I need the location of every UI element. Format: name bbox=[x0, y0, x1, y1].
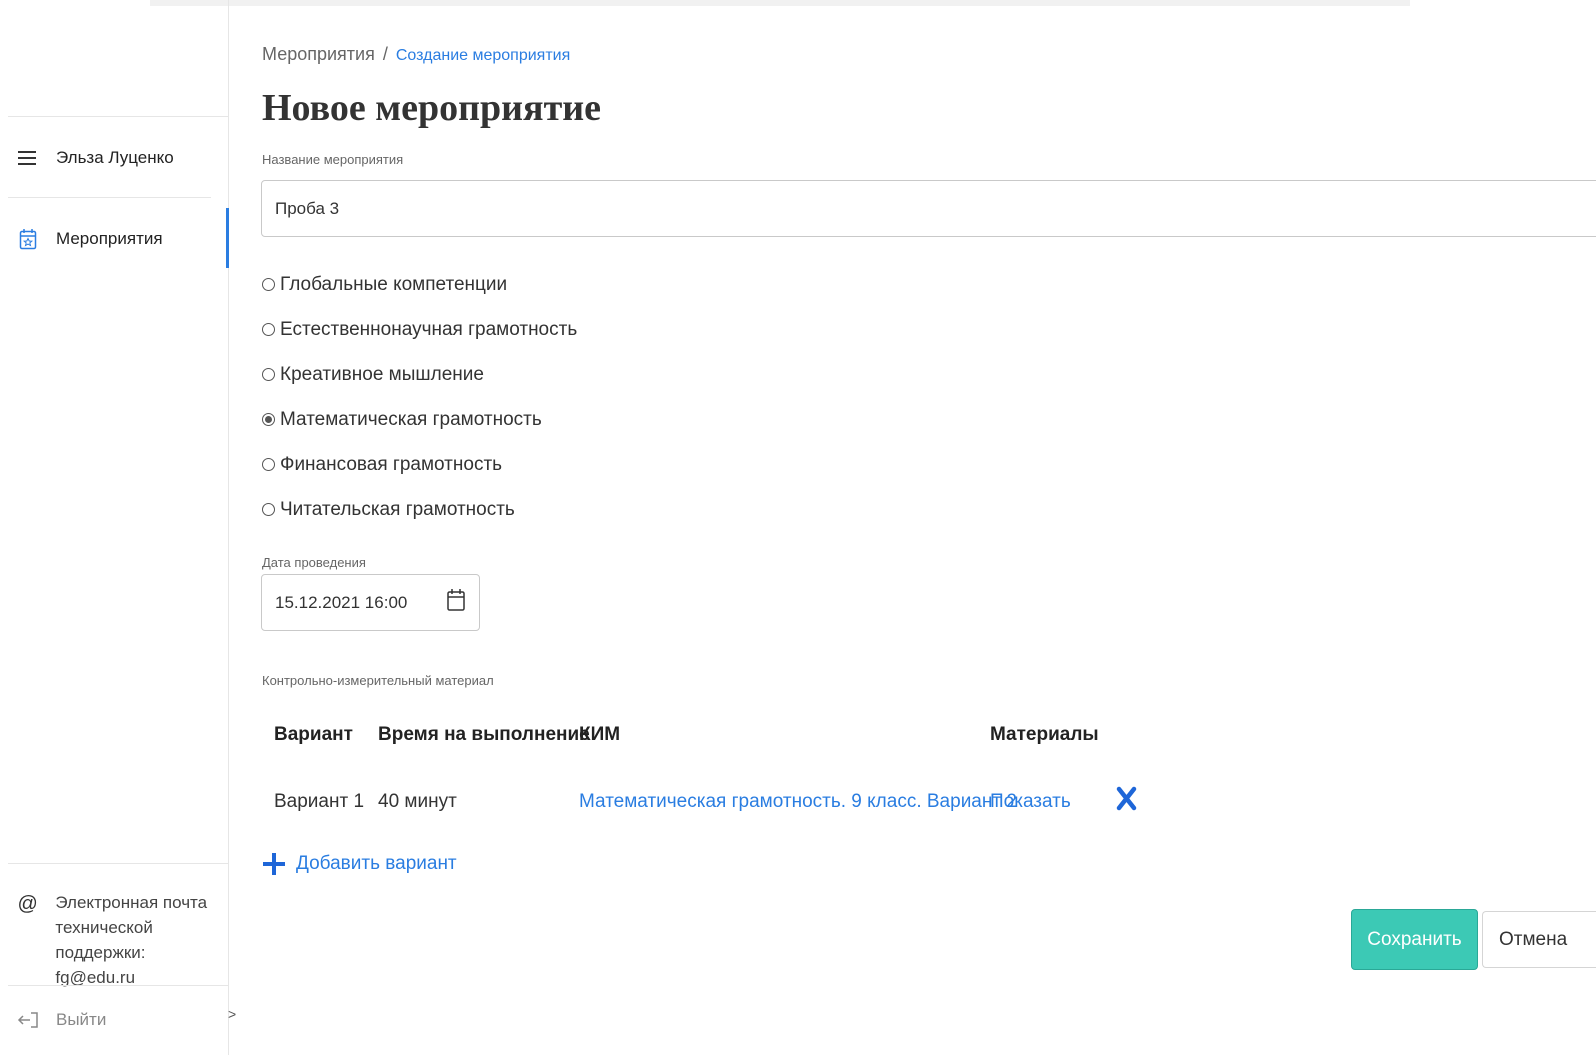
sidebar-divider bbox=[8, 863, 229, 864]
date-input[interactable]: 15.12.2021 16:00 bbox=[261, 574, 480, 631]
sidebar-item-events[interactable]: Мероприятия bbox=[0, 224, 163, 254]
col-header-kim: КИМ bbox=[579, 724, 621, 745]
date-label: Дата проведения bbox=[262, 555, 366, 570]
support-email[interactable]: поддержки: fg@edu.ru bbox=[55, 940, 228, 990]
sidebar-item-label: Мероприятия bbox=[56, 229, 163, 248]
event-name-value: Проба 3 bbox=[275, 198, 340, 218]
breadcrumb-separator: / bbox=[382, 44, 388, 64]
user-name: Эльза Луценко bbox=[56, 148, 174, 167]
radio-label: Глобальные компетенции bbox=[280, 273, 508, 295]
radio-science-literacy[interactable]: Естественнонаучная грамотность bbox=[262, 307, 577, 352]
add-variant-button[interactable]: Добавить вариант bbox=[262, 852, 457, 876]
radio-circle[interactable] bbox=[262, 458, 275, 471]
cell-time: 40 минут bbox=[378, 791, 457, 812]
col-header-variant: Вариант bbox=[274, 724, 353, 745]
close-icon bbox=[1116, 786, 1137, 811]
radio-label: Креативное мышление bbox=[280, 363, 484, 385]
calendar-icon[interactable] bbox=[446, 588, 466, 617]
radio-circle[interactable] bbox=[262, 503, 275, 516]
sidebar-divider bbox=[8, 985, 229, 986]
support-line: технической bbox=[55, 918, 153, 937]
active-indicator bbox=[226, 208, 229, 268]
sidebar-divider bbox=[8, 116, 229, 117]
support-line: Электронная почта bbox=[55, 893, 208, 912]
remove-variant-button[interactable] bbox=[1116, 786, 1137, 816]
radio-reading-literacy[interactable]: Читательская грамотность bbox=[262, 487, 577, 532]
add-variant-label: Добавить вариант bbox=[296, 853, 457, 874]
radio-global-competencies[interactable]: Глобальные компетенции bbox=[262, 262, 577, 307]
radio-label: Финансовая грамотность bbox=[280, 453, 503, 475]
radio-label: Читательская грамотность bbox=[280, 498, 515, 520]
support-info: @ Электронная почта технической поддержк… bbox=[0, 890, 228, 990]
calendar-star-icon bbox=[0, 228, 56, 250]
event-name-input[interactable]: Проба 3 bbox=[261, 180, 1596, 237]
breadcrumb-parent[interactable]: Мероприятия bbox=[262, 44, 375, 64]
plus-icon bbox=[262, 852, 286, 876]
sidebar: Эльза Луценко Мероприятия @ Электронная … bbox=[0, 0, 229, 1055]
save-button[interactable]: Сохранить bbox=[1351, 909, 1478, 970]
menu-icon[interactable] bbox=[0, 150, 56, 166]
breadcrumb-current: Создание мероприятия bbox=[395, 47, 571, 64]
radio-math-literacy[interactable]: Математическая грамотность bbox=[262, 397, 577, 442]
date-value: 15.12.2021 16:00 bbox=[275, 592, 408, 612]
col-header-materials: Материалы bbox=[990, 724, 1099, 745]
kim-label: Контрольно-измерительный материал bbox=[262, 673, 494, 688]
radio-creative-thinking[interactable]: Креативное мышление bbox=[262, 352, 577, 397]
radio-circle[interactable] bbox=[262, 278, 275, 291]
top-border bbox=[150, 0, 1410, 6]
show-materials-link[interactable]: Показать bbox=[990, 791, 1071, 813]
page-title: Новое мероприятие bbox=[262, 87, 602, 129]
col-header-time: Время на выполнение bbox=[378, 724, 590, 745]
kim-link[interactable]: Математическая грамотность. 9 класс. Вар… bbox=[579, 791, 1017, 813]
competency-radio-group: Глобальные компетенции Естественнонаучна… bbox=[262, 262, 577, 532]
logout-icon bbox=[0, 1011, 56, 1029]
sidebar-user[interactable]: Эльза Луценко bbox=[0, 144, 174, 172]
cell-variant: Вариант 1 bbox=[274, 791, 365, 812]
breadcrumb: Мероприятия / Создание мероприятия bbox=[262, 44, 570, 65]
logout-button[interactable]: Выйти bbox=[0, 1010, 106, 1030]
cancel-button[interactable]: Отмена bbox=[1482, 911, 1596, 968]
radio-circle[interactable] bbox=[262, 323, 275, 336]
at-icon: @ bbox=[17, 893, 38, 915]
sidebar-divider bbox=[8, 197, 211, 198]
event-name-label: Название мероприятия bbox=[262, 152, 404, 167]
radio-label: Математическая грамотность bbox=[280, 408, 542, 430]
sidebar-collapse-toggle[interactable]: > bbox=[228, 1006, 236, 1022]
radio-financial-literacy[interactable]: Финансовая грамотность bbox=[262, 442, 577, 487]
radio-circle-checked[interactable] bbox=[262, 413, 275, 426]
radio-label: Естественнонаучная грамотность bbox=[280, 318, 578, 340]
radio-circle[interactable] bbox=[262, 368, 275, 381]
logout-label: Выйти bbox=[56, 1010, 107, 1029]
